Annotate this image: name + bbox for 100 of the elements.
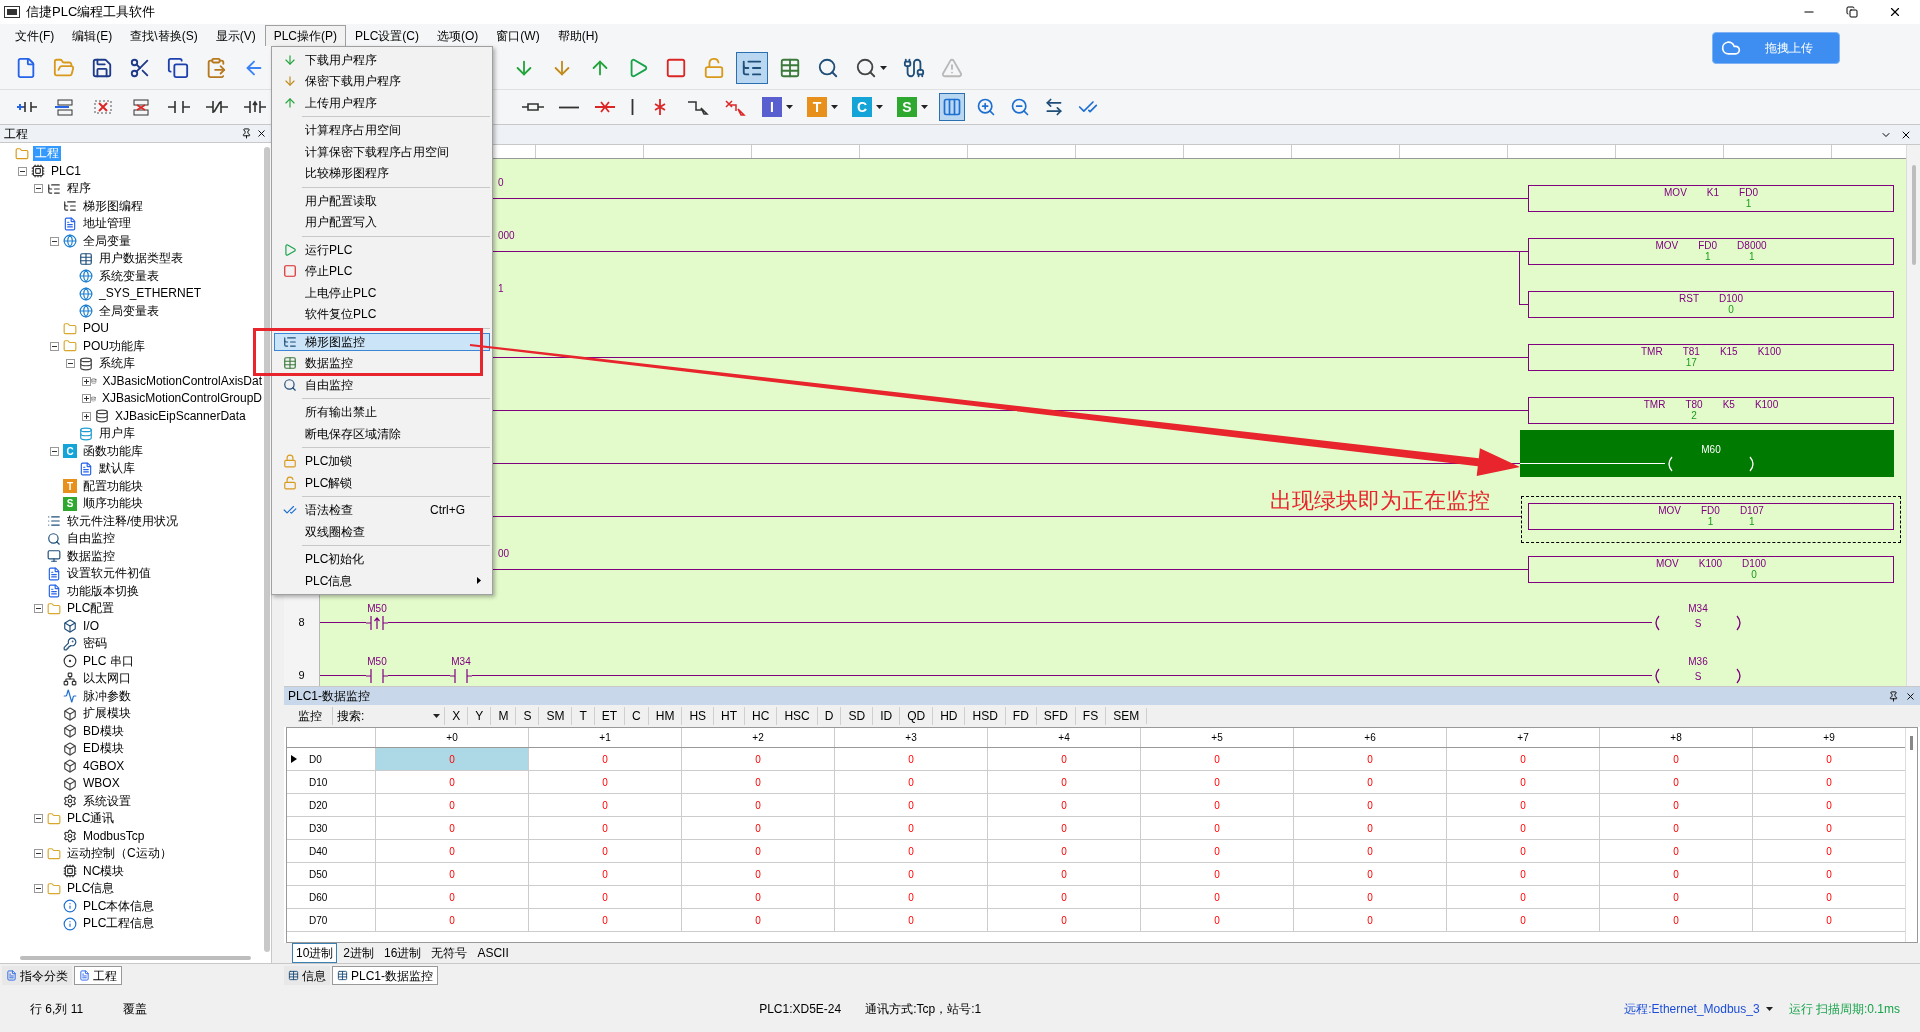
menu-item[interactable]: 软件复位PLC <box>274 305 490 323</box>
table-cell[interactable]: 0 <box>681 817 834 839</box>
table-cell[interactable]: 0 <box>1293 863 1446 885</box>
filter-button[interactable]: QD <box>899 707 933 725</box>
table-cell[interactable]: 0 <box>1599 863 1752 885</box>
tree-item[interactable]: 地址管理 <box>81 216 133 232</box>
panel-tab[interactable]: 工程 <box>74 966 122 985</box>
menu-item[interactable]: PLC初始化 <box>274 550 490 568</box>
table-cell[interactable]: 0 <box>1599 909 1752 931</box>
collapse-icon[interactable] <box>34 604 43 614</box>
filter-button[interactable]: SD <box>840 707 873 725</box>
menu-item[interactable]: 用户配置读取 <box>274 192 490 210</box>
table-cell[interactable]: 0 <box>681 909 834 931</box>
tree-item[interactable]: PLC 串口 <box>81 653 136 669</box>
table-cell[interactable]: 0 <box>987 794 1140 816</box>
table-cell[interactable]: 0 <box>1140 886 1293 908</box>
instruction-box[interactable]: TMR T80 2 K5 K100 <box>1528 397 1894 424</box>
filter-button[interactable]: HSD <box>964 707 1005 725</box>
table-cell[interactable]: 0 <box>375 909 528 931</box>
table-cell[interactable]: 0 <box>987 771 1140 793</box>
instruction-box[interactable]: TMR T81 17 K15 K100 <box>1528 344 1894 371</box>
menu-bar-item[interactable]: 文件(F) <box>6 25 64 46</box>
table-cell[interactable]: 0 <box>987 863 1140 885</box>
table-cell[interactable]: 0 <box>1140 748 1293 770</box>
scrollbar[interactable] <box>20 956 251 960</box>
tree-item[interactable]: 设置软元件初值 <box>65 566 153 582</box>
collapse-icon[interactable] <box>34 184 43 194</box>
tree-item[interactable]: POU功能库 <box>81 338 147 354</box>
tree-item[interactable]: 以太网口 <box>81 671 133 687</box>
table-cell[interactable]: 0 <box>1293 909 1446 931</box>
table-cell[interactable]: 0 <box>834 840 987 862</box>
panel-tab[interactable]: PLC1-数据监控 <box>332 966 438 985</box>
table-cell[interactable]: 0 <box>987 909 1140 931</box>
scrollbar[interactable] <box>1911 165 1916 265</box>
table-cell[interactable]: 0 <box>681 794 834 816</box>
table-cell[interactable]: 0 <box>1446 886 1599 908</box>
row-header[interactable]: D40 <box>291 843 328 859</box>
coil[interactable]: M34 S <box>1652 603 1744 636</box>
menu-item[interactable]: 上电停止PLC <box>274 284 490 302</box>
table-cell[interactable]: 0 <box>681 771 834 793</box>
panel-tab[interactable]: 信息 <box>284 966 330 985</box>
row-header[interactable]: D50 <box>291 866 328 882</box>
tree-item[interactable]: 扩展模块 <box>81 706 133 722</box>
menu-item[interactable]: 保密下载用户程序 <box>274 72 490 90</box>
table-cell[interactable]: 0 <box>1752 909 1905 931</box>
table-cell[interactable]: 0 <box>1752 886 1905 908</box>
collapse-icon[interactable] <box>34 849 43 859</box>
filter-button[interactable]: HC <box>744 707 777 725</box>
table-cell[interactable]: 0 <box>834 794 987 816</box>
table-cell[interactable]: 0 <box>1446 771 1599 793</box>
collapse-icon[interactable] <box>50 236 59 246</box>
filter-button[interactable]: T <box>571 707 594 725</box>
table-cell[interactable]: 0 <box>1293 771 1446 793</box>
format-tab[interactable]: ASCII <box>473 943 513 963</box>
menu-item[interactable]: PLC解锁 <box>274 474 490 492</box>
menu-item[interactable]: 用户配置写入 <box>274 213 490 231</box>
menu-bar-item[interactable]: PLC设置(C) <box>346 25 429 46</box>
menu-bar-item[interactable]: 选项(O) <box>428 25 488 46</box>
table-cell[interactable]: 0 <box>1140 909 1293 931</box>
menu-item[interactable]: 梯形图监控 <box>274 333 490 351</box>
table-cell[interactable]: 0 <box>1446 840 1599 862</box>
row-header[interactable]: D30 <box>291 820 328 836</box>
format-tab[interactable]: 无符号 <box>427 943 472 963</box>
menu-item[interactable]: 运行PLC <box>274 241 490 259</box>
table-cell[interactable]: 0 <box>1599 817 1752 839</box>
menu-item[interactable]: PLC加锁 <box>274 452 490 470</box>
tree-item[interactable]: 密码 <box>81 636 109 652</box>
tree-item[interactable]: PLC1 <box>49 163 84 179</box>
filter-button[interactable]: X <box>444 707 468 725</box>
tree-item[interactable]: 系统变量表 <box>97 268 161 284</box>
tree-item[interactable]: WBOX <box>81 776 122 792</box>
tree-item[interactable]: ModbusTcp <box>81 828 147 844</box>
menu-item[interactable]: PLC信息 <box>274 572 490 590</box>
filter-button[interactable]: HSC <box>776 707 817 725</box>
filter-button[interactable]: S <box>515 707 539 725</box>
row-header[interactable]: D60 <box>291 889 328 905</box>
tree-item[interactable]: BD模块 <box>81 723 126 739</box>
table-cell[interactable]: 0 <box>1140 771 1293 793</box>
tree-item[interactable]: POU <box>81 321 111 337</box>
tree-item[interactable]: 自由监控 <box>65 531 117 547</box>
tree-item[interactable]: I/O <box>81 618 101 634</box>
instruction-box[interactable]: RST D100 0 <box>1528 291 1894 318</box>
table-cell[interactable]: 0 <box>1446 748 1599 770</box>
tree-item[interactable]: 配置功能块 <box>81 478 145 494</box>
table-cell[interactable]: 0 <box>1599 771 1752 793</box>
collapse-icon[interactable] <box>18 166 27 176</box>
table-cell[interactable]: 0 <box>1599 794 1752 816</box>
table-cell[interactable]: 0 <box>1140 840 1293 862</box>
tree-item[interactable]: 函数功能库 <box>81 443 145 459</box>
table-cell[interactable]: 0 <box>681 840 834 862</box>
table-cell[interactable]: 0 <box>375 840 528 862</box>
instruction-box[interactable]: MOV K100 D100 0 <box>1528 556 1894 583</box>
tree-item[interactable]: NC模块 <box>81 863 127 879</box>
close-icon[interactable] <box>256 128 267 139</box>
filter-button[interactable]: FD <box>1004 707 1036 725</box>
instruction-box[interactable]: MOV FD0 1 D107 1 <box>1528 503 1894 530</box>
table-cell[interactable]: 0 <box>987 748 1140 770</box>
filter-button[interactable]: Y <box>467 707 491 725</box>
scrollbar[interactable] <box>1910 736 1913 750</box>
collapse-icon[interactable] <box>50 341 59 351</box>
